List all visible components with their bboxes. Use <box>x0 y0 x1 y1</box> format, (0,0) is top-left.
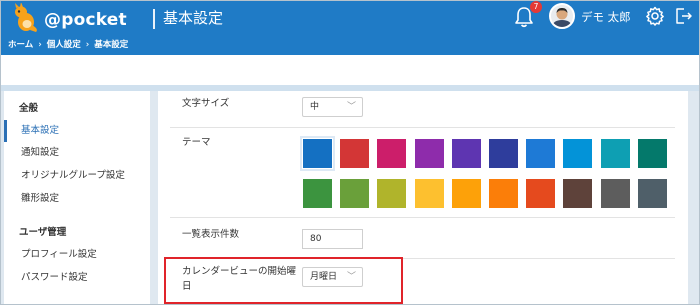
theme-swatch-10[interactable] <box>637 139 667 168</box>
theme-label: テーマ <box>182 137 211 148</box>
sidebar-item-basic-settings[interactable]: 基本設定 <box>4 120 150 142</box>
sidebar-item-profile-settings[interactable]: プロフィール設定 <box>4 244 150 266</box>
sidebar-heading-general: 全般 <box>19 103 39 114</box>
theme-swatch-8[interactable] <box>563 139 593 168</box>
theme-swatch-11[interactable] <box>303 179 332 208</box>
breadcrumb-home[interactable]: ホーム <box>8 38 33 50</box>
theme-swatch-20[interactable] <box>637 179 667 208</box>
theme-swatch-19[interactable] <box>600 179 630 208</box>
theme-swatch-15[interactable] <box>451 179 481 208</box>
breadcrumb-personal-settings[interactable]: 個人設定 <box>47 38 81 50</box>
row-divider <box>170 127 675 128</box>
list-count-label: 一覧表示件数 <box>182 229 240 240</box>
kangaroo-mascot-icon <box>15 3 37 32</box>
calendar-start-highlight-box <box>164 257 403 304</box>
sidebar-item-notification-settings[interactable]: 通知設定 <box>4 142 150 164</box>
list-count-input[interactable]: 80 <box>302 229 363 249</box>
header-divider <box>153 9 155 29</box>
chevron-down-icon: ﹀ <box>346 102 356 112</box>
logo-text: @pocket <box>44 10 127 30</box>
theme-swatch-14[interactable] <box>414 179 444 208</box>
theme-swatch-2[interactable] <box>340 139 370 168</box>
avatar-photo <box>551 5 573 27</box>
theme-swatch-18[interactable] <box>563 179 593 208</box>
row-divider <box>170 217 675 218</box>
theme-swatch-9[interactable] <box>600 139 630 168</box>
font-size-label: 文字サイズ <box>182 98 230 109</box>
subheader-bar <box>0 55 700 85</box>
theme-swatch-7[interactable] <box>526 139 556 168</box>
theme-swatch-6[interactable] <box>489 139 518 168</box>
user-name[interactable]: デモ 太郎 <box>581 9 631 25</box>
theme-swatch-3[interactable] <box>377 139 407 168</box>
breadcrumb-separator: › <box>85 40 90 50</box>
sidebar-item-template-settings[interactable]: 雛形設定 <box>4 188 150 210</box>
avatar[interactable] <box>549 3 575 29</box>
breadcrumb-separator: › <box>38 40 42 50</box>
gear-icon[interactable] <box>645 6 665 26</box>
theme-swatch-5[interactable] <box>451 139 481 168</box>
settings-sidebar: 全般 基本設定 通知設定 オリジナルグループ設定 雛形設定 ユーザ管理 プロフィ… <box>4 91 150 305</box>
theme-swatch-17[interactable] <box>526 179 556 208</box>
notification-badge: 7 <box>530 1 542 13</box>
breadcrumb: ホーム › 個人設定 › 基本設定 <box>8 38 128 50</box>
logout-icon[interactable] <box>674 6 693 26</box>
sidebar-item-original-group-settings[interactable]: オリジナルグループ設定 <box>4 165 150 187</box>
app-logo[interactable]: @pocket <box>10 3 140 35</box>
theme-swatch-4[interactable] <box>414 139 444 168</box>
font-size-select[interactable]: 中 ﹀ <box>302 97 363 117</box>
page-title: 基本設定 <box>163 9 224 27</box>
font-size-value: 中 <box>310 102 320 112</box>
theme-swatch-1[interactable] <box>300 136 335 171</box>
theme-swatch-13[interactable] <box>377 179 407 208</box>
theme-swatch-16[interactable] <box>489 179 518 208</box>
app-header: @pocket 基本設定 ホーム › 個人設定 › 基本設定 7 デモ 太郎 <box>0 0 700 55</box>
theme-swatch-12[interactable] <box>340 179 370 208</box>
sidebar-item-password-settings[interactable]: パスワード設定 <box>4 267 150 289</box>
sidebar-heading-user-management: ユーザ管理 <box>19 227 67 238</box>
breadcrumb-current: 基本設定 <box>94 40 129 50</box>
